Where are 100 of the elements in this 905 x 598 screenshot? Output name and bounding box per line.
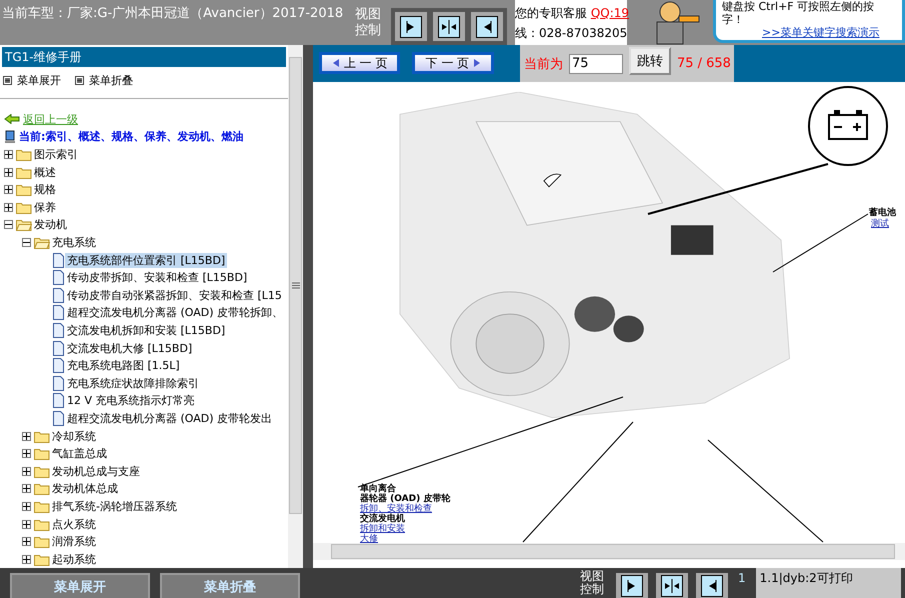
- expand-toggle[interactable]: [22, 520, 31, 529]
- print-status: 1.1|dyb:2可打印: [760, 570, 854, 587]
- plus-icon: [5, 204, 12, 211]
- tree-item[interactable]: 发动机体总成: [50, 481, 120, 496]
- folder-icon: [16, 148, 32, 162]
- procedure-link[interactable]: 拆卸和安装: [360, 524, 405, 535]
- manual-title: TG1-维修手册: [2, 47, 286, 67]
- tree-item[interactable]: 规格: [32, 182, 58, 198]
- part-label: 交流发电机: [360, 514, 405, 524]
- tree-item[interactable]: 排气系统-涡轮增压器系统: [50, 498, 179, 514]
- page-icon: [52, 358, 65, 374]
- folder-icon: [16, 218, 32, 232]
- tree-item[interactable]: 发动机总成与支座: [50, 464, 142, 479]
- expand-toggle[interactable]: [4, 202, 13, 212]
- tree-item[interactable]: 润滑系统: [50, 534, 98, 550]
- expand-toggle[interactable]: [22, 484, 31, 494]
- grip-icon: [292, 282, 300, 289]
- tree-item[interactable]: 冷却系统: [50, 428, 98, 444]
- plus-icon: [23, 468, 30, 475]
- vertical-scrollbar[interactable]: [288, 45, 303, 568]
- page-icon: [52, 393, 65, 408]
- collapse-menu-button[interactable]: 菜单折叠: [75, 73, 133, 88]
- layout-view-button[interactable]: [616, 573, 648, 598]
- previous-page-button[interactable]: 上 一 页: [319, 52, 400, 74]
- right-arrow-icon: [472, 59, 481, 67]
- go-button[interactable]: 跳转: [628, 47, 671, 75]
- tree-item[interactable]: 充电系统部件位置索引 [L15BD]: [65, 252, 228, 268]
- folder-icon: [34, 447, 50, 460]
- tree-item[interactable]: 传动皮带拆卸、安装和检查 [L15BD]: [65, 270, 250, 286]
- folder-icon: [34, 482, 50, 496]
- tree-item[interactable]: 超程交流发电机分离器 (OAD) 皮带轮拆卸、: [65, 305, 286, 320]
- support-label: 您的专职客服: [515, 6, 587, 20]
- expand-toggle[interactable]: [22, 449, 31, 458]
- layout-view-button[interactable]: [696, 573, 728, 598]
- plus-icon: [5, 168, 12, 176]
- expand-menu-button[interactable]: 菜单展开: [3, 73, 61, 88]
- qq-link[interactable]: QQ:19: [590, 6, 630, 20]
- page-icon: [52, 376, 65, 391]
- tree-item[interactable]: 概述: [32, 164, 58, 180]
- horizontal-scrollbar[interactable]: [331, 544, 895, 559]
- current-page-label: 当前为: [524, 56, 563, 72]
- collapse-toggle[interactable]: [4, 220, 13, 230]
- expand-toggle[interactable]: [22, 466, 31, 476]
- search-demo-link[interactable]: >>菜单关键字搜索演示: [762, 26, 902, 39]
- plus-icon: [23, 485, 30, 492]
- layout-view-button[interactable]: [433, 12, 465, 41]
- support-phone: 线：028-87038205: [515, 25, 627, 42]
- back-link[interactable]: 返回上一级: [23, 112, 78, 127]
- expand-toggle[interactable]: [4, 150, 13, 160]
- procedure-link[interactable]: 大修: [360, 534, 378, 543]
- layout-view-button[interactable]: [656, 573, 688, 598]
- current-path: 当前:索引、概述、规格、保养、发动机、燃油: [19, 129, 244, 144]
- vehicle-title: 当前车型：厂家:G-广州本田冠道（Avancier）2017-2018: [1, 5, 344, 22]
- plus-icon: [23, 450, 30, 458]
- folder-icon: [34, 552, 50, 566]
- plus-icon: [23, 538, 30, 546]
- tip-text: 键盘按 Ctrl+F 可按照左侧的按: [722, 0, 876, 13]
- tree-item[interactable]: 超程交流发电机分离器 (OAD) 皮带轮发出: [65, 410, 274, 426]
- layout-view-button[interactable]: [395, 12, 427, 41]
- page-icon: [52, 340, 65, 356]
- tree-item[interactable]: 气缸盖总成: [50, 446, 109, 462]
- page-icon: [52, 305, 65, 320]
- expand-toggle[interactable]: [22, 537, 31, 546]
- collapse-toggle[interactable]: [22, 238, 31, 248]
- page-icon: [52, 323, 65, 338]
- tree-item[interactable]: 充电系统症状故障排除索引: [65, 376, 201, 391]
- battery-test-link[interactable]: 测试: [871, 219, 889, 230]
- battery-label: 蓄电池: [869, 208, 896, 218]
- page-number: 1: [738, 571, 746, 585]
- expand-toggle[interactable]: [22, 432, 31, 441]
- next-page-button[interactable]: 下 一 页: [412, 52, 494, 74]
- folder-icon: [34, 430, 50, 443]
- layout-view-button[interactable]: [471, 12, 503, 41]
- computer-icon: [4, 130, 16, 144]
- plus-icon: [5, 186, 12, 194]
- page-icon: [52, 410, 65, 426]
- plus-icon: [23, 520, 30, 528]
- plus-icon: [23, 502, 30, 510]
- expand-toggle[interactable]: [4, 185, 13, 194]
- expand-toggle[interactable]: [4, 168, 13, 177]
- tree-item[interactable]: 12 V 充电系统指示灯常亮: [65, 393, 197, 408]
- list-icon: [75, 76, 84, 85]
- tree-item[interactable]: 充电系统: [50, 235, 98, 250]
- tree-item[interactable]: 图示索引: [32, 147, 80, 162]
- tree-item[interactable]: 充电系统电路图 [1.5L]: [65, 358, 182, 374]
- page-input[interactable]: 75: [568, 54, 623, 74]
- folder-icon: [34, 500, 50, 513]
- page-icon: [52, 270, 65, 286]
- view-control-label: 视图控制: [355, 6, 382, 38]
- expand-toggle[interactable]: [22, 554, 31, 564]
- tree-item[interactable]: 交流发电机大修 [L15BD]: [65, 340, 194, 356]
- tree-item[interactable]: 保养: [32, 200, 58, 215]
- page-icon: [52, 288, 65, 303]
- expand-toggle[interactable]: [22, 502, 31, 511]
- tip-text: 字！: [722, 13, 745, 26]
- tree-item[interactable]: 交流发电机拆卸和安装 [L15BD]: [65, 323, 228, 338]
- tree-item[interactable]: 点火系统: [50, 516, 98, 532]
- tree-item[interactable]: 传动皮带自动张紧器拆卸、安装和检查 [L15: [65, 288, 284, 303]
- tree-item[interactable]: 发动机: [32, 217, 69, 232]
- tree-item[interactable]: 起动系统: [50, 552, 98, 567]
